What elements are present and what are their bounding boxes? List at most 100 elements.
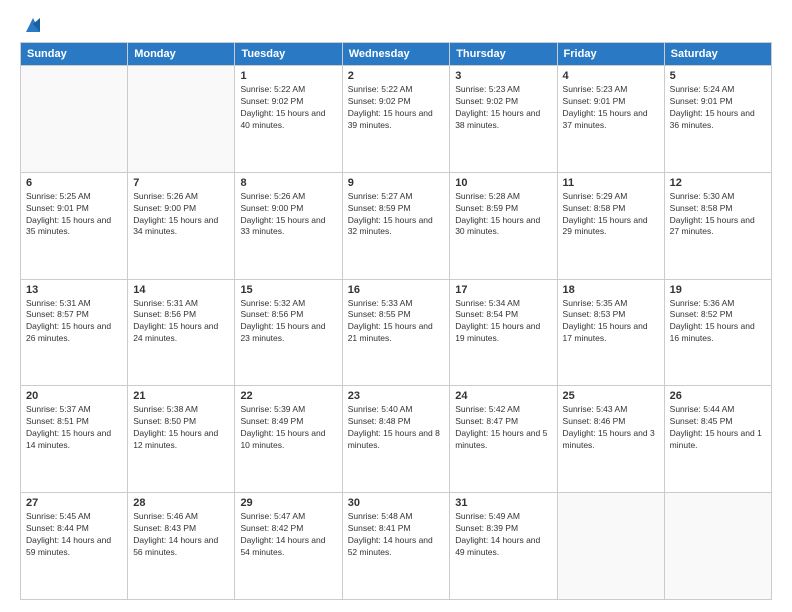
calendar-cell: 31 Sunrise: 5:49 AMSunset: 8:39 PMDayligh… — [450, 493, 557, 600]
day-info: Sunrise: 5:33 AMSunset: 8:55 PMDaylight:… — [348, 298, 445, 346]
calendar-cell: 25Sunrise: 5:43 AMSunset: 8:46 PMDayligh… — [557, 386, 664, 493]
day-number: 11 — [563, 177, 659, 189]
calendar-week-row: 20 Sunrise: 5:37 AMSunset: 8:51 PMDayligh… — [21, 386, 772, 493]
calendar-day-header: Friday — [557, 43, 664, 66]
day-info: Sunrise: 5:40 AMSunset: 8:48 PMDaylight:… — [348, 404, 445, 452]
day-number: 22 — [240, 390, 336, 402]
day-info: Sunrise: 5:25 AMSunset: 9:01 PMDaylight:… — [26, 191, 122, 239]
day-number: 19 — [670, 284, 766, 296]
day-info: Sunrise: 5:26 AMSunset: 9:00 PMDaylight:… — [240, 191, 336, 239]
calendar-cell: 28Sunrise: 5:46 AMSunset: 8:43 PMDayligh… — [128, 493, 235, 600]
calendar-cell: 29Sunrise: 5:47 AMSunset: 8:42 PMDayligh… — [235, 493, 342, 600]
day-number: 5 — [670, 70, 766, 82]
day-info: Sunrise: 5:37 AMSunset: 8:51 PMDaylight:… — [26, 404, 122, 452]
day-info: Sunrise: 5:31 AMSunset: 8:56 PMDaylight:… — [133, 298, 229, 346]
day-info: Sunrise: 5:36 AMSunset: 8:52 PMDaylight:… — [670, 298, 766, 346]
day-info: Sunrise: 5:22 AMSunset: 9:02 PMDaylight:… — [348, 84, 445, 132]
day-info: Sunrise: 5:34 AMSunset: 8:54 PMDaylight:… — [455, 298, 551, 346]
calendar-cell — [128, 66, 235, 173]
logo-icon — [22, 14, 44, 36]
day-info: Sunrise: 5:26 AMSunset: 9:00 PMDaylight:… — [133, 191, 229, 239]
day-number: 13 — [26, 284, 122, 296]
calendar-week-row: 27 Sunrise: 5:45 AMSunset: 8:44 PMDayligh… — [21, 493, 772, 600]
calendar-cell: 17 Sunrise: 5:34 AMSunset: 8:54 PMDayligh… — [450, 279, 557, 386]
day-info: Sunrise: 5:27 AMSunset: 8:59 PMDaylight:… — [348, 191, 445, 239]
day-number: 2 — [348, 70, 445, 82]
day-info: Sunrise: 5:30 AMSunset: 8:58 PMDaylight:… — [670, 191, 766, 239]
calendar-cell: 2 Sunrise: 5:22 AMSunset: 9:02 PMDaylight… — [342, 66, 450, 173]
calendar-cell: 1 Sunrise: 5:22 AMSunset: 9:02 PMDaylight… — [235, 66, 342, 173]
day-info: Sunrise: 5:24 AMSunset: 9:01 PMDaylight:… — [670, 84, 766, 132]
day-info: Sunrise: 5:38 AMSunset: 8:50 PMDaylight:… — [133, 404, 229, 452]
calendar-cell: 23 Sunrise: 5:40 AMSunset: 8:48 PMDayligh… — [342, 386, 450, 493]
calendar-cell: 9 Sunrise: 5:27 AMSunset: 8:59 PMDaylight… — [342, 172, 450, 279]
calendar-cell: 30 Sunrise: 5:48 AMSunset: 8:41 PMDayligh… — [342, 493, 450, 600]
calendar-week-row: 13 Sunrise: 5:31 AMSunset: 8:57 PMDayligh… — [21, 279, 772, 386]
day-info: Sunrise: 5:23 AMSunset: 9:02 PMDaylight:… — [455, 84, 551, 132]
calendar-cell: 15 Sunrise: 5:32 AMSunset: 8:56 PMDayligh… — [235, 279, 342, 386]
calendar-cell: 16 Sunrise: 5:33 AMSunset: 8:55 PMDayligh… — [342, 279, 450, 386]
day-number: 15 — [240, 284, 336, 296]
calendar-cell: 14 Sunrise: 5:31 AMSunset: 8:56 PMDayligh… — [128, 279, 235, 386]
calendar-cell: 26 Sunrise: 5:44 AMSunset: 8:45 PMDayligh… — [664, 386, 771, 493]
day-number: 10 — [455, 177, 551, 189]
day-info: Sunrise: 5:29 AMSunset: 8:58 PMDaylight:… — [563, 191, 659, 239]
day-info: Sunrise: 5:39 AMSunset: 8:49 PMDaylight:… — [240, 404, 336, 452]
day-number: 26 — [670, 390, 766, 402]
day-info: Sunrise: 5:35 AMSunset: 8:53 PMDaylight:… — [563, 298, 659, 346]
day-info: Sunrise: 5:45 AMSunset: 8:44 PMDaylight:… — [26, 511, 122, 559]
day-info: Sunrise: 5:23 AMSunset: 9:01 PMDaylight:… — [563, 84, 659, 132]
calendar-cell — [21, 66, 128, 173]
logo — [20, 16, 44, 32]
calendar-cell: 13 Sunrise: 5:31 AMSunset: 8:57 PMDayligh… — [21, 279, 128, 386]
day-number: 12 — [670, 177, 766, 189]
calendar-cell: 19 Sunrise: 5:36 AMSunset: 8:52 PMDayligh… — [664, 279, 771, 386]
header — [20, 16, 772, 32]
day-number: 29 — [240, 497, 336, 509]
calendar-cell: 4Sunrise: 5:23 AMSunset: 9:01 PMDaylight… — [557, 66, 664, 173]
day-number: 24 — [455, 390, 551, 402]
calendar-day-header: Saturday — [664, 43, 771, 66]
day-info: Sunrise: 5:31 AMSunset: 8:57 PMDaylight:… — [26, 298, 122, 346]
day-number: 1 — [240, 70, 336, 82]
day-info: Sunrise: 5:32 AMSunset: 8:56 PMDaylight:… — [240, 298, 336, 346]
calendar-cell: 20 Sunrise: 5:37 AMSunset: 8:51 PMDayligh… — [21, 386, 128, 493]
calendar-cell: 22 Sunrise: 5:39 AMSunset: 8:49 PMDayligh… — [235, 386, 342, 493]
day-info: Sunrise: 5:22 AMSunset: 9:02 PMDaylight:… — [240, 84, 336, 132]
calendar-cell — [664, 493, 771, 600]
page: SundayMondayTuesdayWednesdayThursdayFrid… — [0, 0, 792, 612]
calendar-day-header: Tuesday — [235, 43, 342, 66]
day-info: Sunrise: 5:49 AMSunset: 8:39 PMDaylight:… — [455, 511, 551, 559]
calendar-cell: 18Sunrise: 5:35 AMSunset: 8:53 PMDayligh… — [557, 279, 664, 386]
calendar-day-header: Wednesday — [342, 43, 450, 66]
day-number: 9 — [348, 177, 445, 189]
calendar-day-header: Thursday — [450, 43, 557, 66]
day-number: 17 — [455, 284, 551, 296]
day-number: 30 — [348, 497, 445, 509]
day-number: 20 — [26, 390, 122, 402]
day-number: 8 — [240, 177, 336, 189]
calendar-cell: 27 Sunrise: 5:45 AMSunset: 8:44 PMDayligh… — [21, 493, 128, 600]
day-number: 16 — [348, 284, 445, 296]
day-info: Sunrise: 5:44 AMSunset: 8:45 PMDaylight:… — [670, 404, 766, 452]
calendar-cell: 21 Sunrise: 5:38 AMSunset: 8:50 PMDayligh… — [128, 386, 235, 493]
calendar-cell: 3 Sunrise: 5:23 AMSunset: 9:02 PMDaylight… — [450, 66, 557, 173]
day-number: 21 — [133, 390, 229, 402]
calendar-cell — [557, 493, 664, 600]
day-number: 3 — [455, 70, 551, 82]
day-info: Sunrise: 5:48 AMSunset: 8:41 PMDaylight:… — [348, 511, 445, 559]
calendar-week-row: 6Sunrise: 5:25 AMSunset: 9:01 PMDaylight… — [21, 172, 772, 279]
day-number: 31 — [455, 497, 551, 509]
day-number: 23 — [348, 390, 445, 402]
day-number: 27 — [26, 497, 122, 509]
day-number: 7 — [133, 177, 229, 189]
calendar-day-header: Sunday — [21, 43, 128, 66]
calendar-cell: 12 Sunrise: 5:30 AMSunset: 8:58 PMDayligh… — [664, 172, 771, 279]
calendar-cell: 6Sunrise: 5:25 AMSunset: 9:01 PMDaylight… — [21, 172, 128, 279]
day-info: Sunrise: 5:28 AMSunset: 8:59 PMDaylight:… — [455, 191, 551, 239]
calendar-cell: 5 Sunrise: 5:24 AMSunset: 9:01 PMDaylight… — [664, 66, 771, 173]
calendar-cell: 10 Sunrise: 5:28 AMSunset: 8:59 PMDayligh… — [450, 172, 557, 279]
calendar-cell: 8 Sunrise: 5:26 AMSunset: 9:00 PMDaylight… — [235, 172, 342, 279]
day-number: 14 — [133, 284, 229, 296]
calendar-cell: 7 Sunrise: 5:26 AMSunset: 9:00 PMDaylight… — [128, 172, 235, 279]
